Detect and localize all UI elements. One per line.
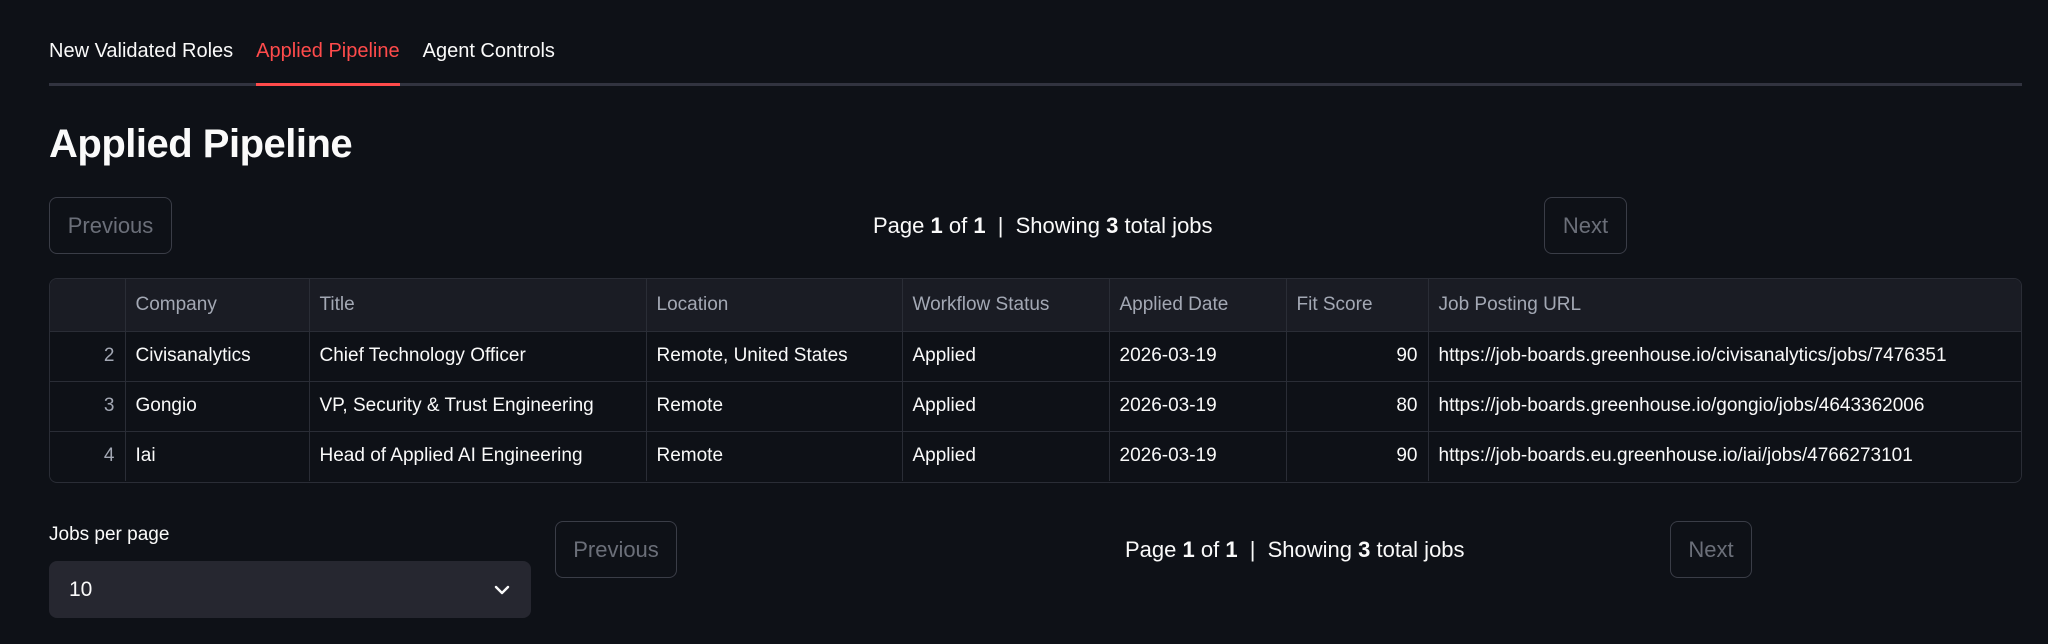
cell-job-posting-url[interactable]: https://job-boards.eu.greenhouse.io/iai/… bbox=[1428, 431, 2021, 481]
cell-location[interactable]: Remote bbox=[646, 381, 903, 432]
column-header-workflow-status[interactable]: Workflow Status bbox=[902, 279, 1110, 332]
cell-company[interactable]: Iai bbox=[125, 431, 310, 481]
column-header-applied-date[interactable]: Applied Date bbox=[1109, 279, 1287, 332]
page-title: Applied Pipeline bbox=[49, 122, 353, 166]
jobs-grid: Company Title Location Workflow Status A… bbox=[50, 279, 2021, 481]
column-header-title[interactable]: Title bbox=[309, 279, 647, 332]
column-header-job-posting-url[interactable]: Job Posting URL bbox=[1428, 279, 2021, 332]
jobs-per-page-label: Jobs per page bbox=[49, 524, 170, 545]
cell-title[interactable]: Head of Applied AI Engineering bbox=[309, 431, 647, 481]
tab-agent-controls[interactable]: Agent Controls bbox=[423, 36, 555, 83]
next-button-bottom[interactable]: Next bbox=[1670, 521, 1752, 578]
tab-bar: New Validated Roles Applied Pipeline Age… bbox=[49, 36, 2022, 86]
cell-job-posting-url[interactable]: https://job-boards.greenhouse.io/civisan… bbox=[1428, 331, 2021, 382]
next-button-top[interactable]: Next bbox=[1544, 197, 1627, 254]
table-header-row: Company Title Location Workflow Status A… bbox=[50, 279, 2021, 332]
pager-status-top: Page 1 of 1 | Showing 3 total jobs bbox=[873, 213, 1213, 238]
app-root: New Validated Roles Applied Pipeline Age… bbox=[0, 0, 2048, 644]
cell-workflow-status[interactable]: Applied bbox=[902, 431, 1110, 481]
cell-applied-date[interactable]: 2026-03-19 bbox=[1109, 331, 1287, 382]
row-index: 2 bbox=[50, 331, 126, 382]
previous-button-bottom[interactable]: Previous bbox=[555, 521, 677, 578]
jobs-table: Company Title Location Workflow Status A… bbox=[49, 278, 2022, 483]
row-index: 3 bbox=[50, 381, 126, 432]
table-row[interactable]: 3 Gongio VP, Security & Trust Engineerin… bbox=[50, 381, 2021, 432]
cell-location[interactable]: Remote bbox=[646, 431, 903, 481]
cell-title[interactable]: Chief Technology Officer bbox=[309, 331, 647, 382]
cell-fit-score[interactable]: 90 bbox=[1286, 331, 1429, 382]
cell-fit-score[interactable]: 80 bbox=[1286, 381, 1429, 432]
column-header-index[interactable] bbox=[50, 279, 126, 332]
table-row[interactable]: 4 Iai Head of Applied AI Engineering Rem… bbox=[50, 431, 2021, 481]
column-header-company[interactable]: Company bbox=[125, 279, 310, 332]
pager-status-bottom: Page 1 of 1 | Showing 3 total jobs bbox=[1125, 537, 1465, 562]
tab-new-validated-roles[interactable]: New Validated Roles bbox=[49, 36, 233, 83]
chevron-down-icon bbox=[493, 584, 511, 596]
cell-fit-score[interactable]: 90 bbox=[1286, 431, 1429, 481]
previous-button-top[interactable]: Previous bbox=[49, 197, 172, 254]
cell-job-posting-url[interactable]: https://job-boards.greenhouse.io/gongio/… bbox=[1428, 381, 2021, 432]
jobs-per-page-select[interactable]: 10 bbox=[49, 561, 531, 618]
cell-title[interactable]: VP, Security & Trust Engineering bbox=[309, 381, 647, 432]
cell-location[interactable]: Remote, United States bbox=[646, 331, 903, 382]
cell-workflow-status[interactable]: Applied bbox=[902, 331, 1110, 382]
cell-company[interactable]: Civisanalytics bbox=[125, 331, 310, 382]
cell-workflow-status[interactable]: Applied bbox=[902, 381, 1110, 432]
jobs-per-page-value: 10 bbox=[69, 577, 93, 601]
cell-company[interactable]: Gongio bbox=[125, 381, 310, 432]
tab-applied-pipeline[interactable]: Applied Pipeline bbox=[256, 36, 401, 86]
cell-applied-date[interactable]: 2026-03-19 bbox=[1109, 381, 1287, 432]
column-header-location[interactable]: Location bbox=[646, 279, 903, 332]
row-index: 4 bbox=[50, 431, 126, 481]
table-row[interactable]: 2 Civisanalytics Chief Technology Office… bbox=[50, 331, 2021, 382]
cell-applied-date[interactable]: 2026-03-19 bbox=[1109, 431, 1287, 481]
column-header-fit-score[interactable]: Fit Score bbox=[1286, 279, 1429, 332]
